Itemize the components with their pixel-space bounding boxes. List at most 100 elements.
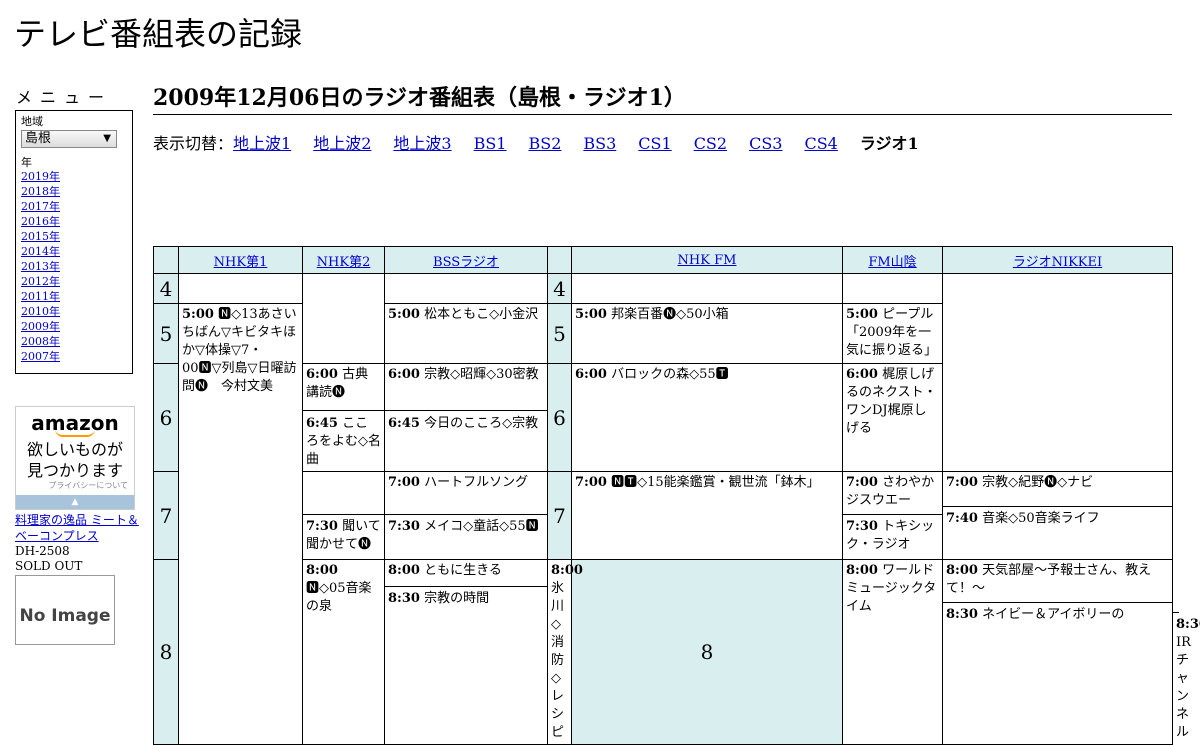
program-cell[interactable]: 8:00 ともに生きる 8:30 宗教の時間 xyxy=(384,559,548,745)
program-time: 8:00 xyxy=(551,563,583,578)
channel-header-row: NHK第1 NHK第2 BSSラジオ NHK FM FM山陰 ラジオNIKKEI xyxy=(153,246,1173,274)
year-link[interactable]: 2016年 xyxy=(21,214,127,229)
program-cell-empty xyxy=(178,273,303,304)
channel-link-nhk2[interactable]: NHK第2 xyxy=(317,255,371,270)
program-title: 🅽◇05音楽の泉 xyxy=(306,581,372,614)
year-link[interactable]: 2010年 xyxy=(21,304,127,319)
hour-cell: 7 xyxy=(547,471,572,560)
channel-link-nhkfm[interactable]: NHK FM xyxy=(678,253,737,268)
program-cell[interactable]: 6:00 梶原しげるのネクスト・ワンDJ梶原しげる xyxy=(842,363,943,472)
program-title: 音楽◇50音楽ライフ xyxy=(982,511,1100,526)
channel-link-nhk1[interactable]: NHK第1 xyxy=(214,255,268,270)
channel-link-nikkei[interactable]: ラジオNIKKEI xyxy=(1013,255,1102,270)
program-time: 6:00 xyxy=(575,367,607,382)
hour-row: 4 4 xyxy=(153,273,1173,472)
site-title: テレビ番組表の記録 xyxy=(14,15,303,53)
switch-link[interactable]: 地上波1 xyxy=(233,134,291,153)
ad-expand-icon[interactable]: ▲ xyxy=(16,495,134,509)
product-image-placeholder[interactable]: No Image xyxy=(15,575,115,645)
switch-link[interactable]: BS3 xyxy=(583,134,616,153)
year-link[interactable]: 2008年 xyxy=(21,334,127,349)
program-cell[interactable]: 7:00 ハートフルソング 7:30 メイコ◇童話◇55🅽 xyxy=(384,471,548,560)
program-cell[interactable]: 5:00 🅽◇13あさいちばん▽キビタキほか▽体操▽7・00🅽▽列島▽日曜訪問🅝… xyxy=(178,303,303,745)
switch-link[interactable]: CS3 xyxy=(749,134,782,153)
program-time: 8:00 xyxy=(388,563,420,578)
switch-link[interactable]: 地上波3 xyxy=(393,134,451,153)
program-title: 🅽🆃◇15能楽鑑賞・観世流「鉢木」 xyxy=(611,475,820,490)
hour-cell: 6 xyxy=(547,363,572,472)
channel-header: NHK FM xyxy=(571,246,843,274)
program-cell[interactable]: 5:00 邦楽百番🅝◇50小箱 xyxy=(571,303,843,364)
channel-header: NHK第1 xyxy=(178,246,303,274)
program-title: 宗教◇昭輝◇30密教 xyxy=(424,367,539,382)
switch-link[interactable]: CS1 xyxy=(638,134,671,153)
program-time: 7:40 xyxy=(946,511,978,526)
switch-link[interactable]: CS4 xyxy=(804,134,837,153)
program-cell[interactable]: 6:00 バロックの森◇55🆃 xyxy=(571,363,843,472)
hour-cell: 4 xyxy=(153,273,179,304)
program-cell-empty xyxy=(842,273,943,304)
program-cell[interactable]: 8:00 氷川◇消防◇レシピ xyxy=(547,559,583,745)
program-cell[interactable]: 6:00 古典講読🅝 6:45 こころをよむ◇名曲 xyxy=(302,363,385,472)
program-cell[interactable]: 7:00 🅽🆃◇15能楽鑑賞・観世流「鉢木」 xyxy=(571,471,843,560)
menu-title: メニュー xyxy=(16,88,113,107)
program-cell[interactable]: 6:00 宗教◇昭輝◇30密教 6:45 今日のこころ◇宗教 xyxy=(384,363,548,472)
menu-box: 地域 島根 ▼ 年 2019年 2018年 2017年 2016年 2015年 … xyxy=(15,110,133,374)
year-link[interactable]: 2015年 xyxy=(21,229,127,244)
channel-link-fmsanin[interactable]: FM山陰 xyxy=(868,255,916,270)
year-link[interactable]: 2012年 xyxy=(21,274,127,289)
hour-header-cell xyxy=(547,246,572,274)
year-link[interactable]: 2011年 xyxy=(21,289,127,304)
hour-cell: 6 xyxy=(153,363,179,472)
ad-privacy-link[interactable]: プライバシーについて xyxy=(16,481,128,491)
program-cell[interactable]: 8:00 天気部屋～予報士さん、教えて！～ 8:30 ネイビー＆アイボリーの xyxy=(942,559,1173,745)
program-cell-empty xyxy=(384,273,548,304)
program-title: メイコ◇童話◇55🅽 xyxy=(424,519,539,534)
program-cell[interactable]: 8:00 ワールドミュージックタイム xyxy=(842,559,943,745)
year-link[interactable]: 2013年 xyxy=(21,259,127,274)
hour-cell: 8 xyxy=(153,559,179,745)
ad-copy-line2: 見つかります xyxy=(26,461,123,480)
region-select[interactable]: 島根 ▼ xyxy=(21,130,117,148)
program-cell[interactable]: 5:00 松本ともこ◇小金沢 xyxy=(384,303,548,364)
switch-link[interactable]: BS1 xyxy=(474,134,507,153)
program-cell[interactable]: 5:00 ピープル「2009年を一気に振り返る」 xyxy=(842,303,943,364)
year-list: 2019年 2018年 2017年 2016年 2015年 2014年 2013… xyxy=(21,169,127,364)
program-time: 5:00 xyxy=(388,307,420,322)
program-time: 7:30 xyxy=(846,519,878,534)
year-link[interactable]: 2017年 xyxy=(21,199,127,214)
program-title: バロックの森◇55🆃 xyxy=(611,367,729,382)
program-time: 6:45 xyxy=(388,416,420,431)
program-title: ともに生きる xyxy=(424,563,502,578)
channel-header: ラジオNIKKEI xyxy=(942,246,1173,274)
program-cell[interactable]: 7:00 宗教◇紀野🅝◇ナビ 7:40 音楽◇50音楽ライフ xyxy=(942,471,1173,560)
year-label: 年 xyxy=(21,156,32,169)
program-cell[interactable]: 7:30 聞いて聞かせて🅝 xyxy=(302,471,385,560)
year-link[interactable]: 2019年 xyxy=(21,169,127,184)
program-time: 6:45 xyxy=(306,416,338,431)
year-link[interactable]: 2009年 xyxy=(21,319,127,334)
channel-header: BSSラジオ xyxy=(384,246,548,274)
switch-link[interactable]: 地上波2 xyxy=(313,134,371,153)
product-block: 料理家の逸品 ミート＆ベーコンプレス DH-2508 SOLD OUT xyxy=(15,512,140,574)
program-time: 8:00 xyxy=(306,563,338,578)
year-link[interactable]: 2007年 xyxy=(21,349,127,364)
channel-link-bss[interactable]: BSSラジオ xyxy=(433,255,499,270)
program-cell[interactable]: 7:00 さわやかジスウエー 7:30 トキシック・ラジオ xyxy=(842,471,943,560)
switch-link[interactable]: BS2 xyxy=(528,134,561,153)
channel-header: FM山陰 xyxy=(842,246,943,274)
ad-copy-line1: 欲しいものが xyxy=(26,440,123,459)
hour-cell: 7 xyxy=(153,471,179,560)
product-status: SOLD OUT xyxy=(15,559,83,573)
amazon-ad-banner[interactable]: amazon 欲しいものが 見つかります プライバシーについて ▲ xyxy=(15,406,135,510)
program-time: 8:30 xyxy=(388,591,420,606)
program-time: 8:00 xyxy=(946,563,978,578)
product-link[interactable]: 料理家の逸品 ミート＆ベーコンプレス xyxy=(15,513,139,543)
program-title: 宗教◇紀野🅝◇ナビ xyxy=(982,475,1094,490)
year-link[interactable]: 2014年 xyxy=(21,244,127,259)
year-link[interactable]: 2018年 xyxy=(21,184,127,199)
program-title: 今日のこころ◇宗教 xyxy=(424,416,539,431)
program-cell[interactable]: 8:00 🅽◇05音楽の泉 xyxy=(302,559,385,745)
program-time: 5:00 xyxy=(846,307,878,322)
switch-link[interactable]: CS2 xyxy=(694,134,727,153)
